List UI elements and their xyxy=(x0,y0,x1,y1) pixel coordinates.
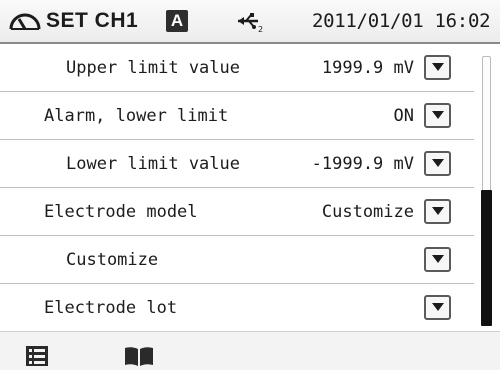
chevron-down-icon xyxy=(432,159,444,167)
setting-value: -1999.9 mV xyxy=(311,153,414,174)
dropdown-button[interactable] xyxy=(424,295,451,320)
gauge-icon xyxy=(9,13,41,30)
setting-label: Upper limit value xyxy=(66,57,240,78)
usb-icon: 2 xyxy=(238,13,263,33)
scrollbar-thumb[interactable] xyxy=(481,190,492,326)
setting-value: Customize xyxy=(321,201,414,222)
setting-label: Alarm, lower limit xyxy=(44,105,229,126)
status-bar: SET CH1 A 2 2011/01/01 16:02 xyxy=(0,0,500,44)
screen-title: SET CH1 xyxy=(46,9,139,32)
chevron-down-icon xyxy=(432,207,444,215)
setting-value: 1999.9 mV xyxy=(321,57,414,78)
dropdown-button[interactable] xyxy=(424,247,451,272)
book-icon[interactable] xyxy=(124,346,154,366)
settings-list: Upper limit value 1999.9 mV Alarm, lower… xyxy=(0,44,474,332)
setting-label: Electrode lot xyxy=(44,297,178,318)
setting-row-customize[interactable]: Customize xyxy=(0,236,474,284)
dropdown-button[interactable] xyxy=(424,55,451,80)
chevron-down-icon xyxy=(432,255,444,263)
setting-row-electrode-lot[interactable]: Electrode lot xyxy=(0,284,474,332)
mode-badge: A xyxy=(166,10,188,32)
setting-value: ON xyxy=(393,105,414,126)
dropdown-button[interactable] xyxy=(424,199,451,224)
setting-row-alarm-lower-limit[interactable]: Alarm, lower limit ON xyxy=(0,92,474,140)
setting-row-upper-limit-value[interactable]: Upper limit value 1999.9 mV xyxy=(0,44,474,92)
chevron-down-icon xyxy=(432,63,444,71)
list-menu-icon[interactable] xyxy=(26,346,48,366)
dropdown-button[interactable] xyxy=(424,103,451,128)
setting-label: Lower limit value xyxy=(66,153,240,174)
date-time: 2011/01/01 16:02 xyxy=(312,10,491,32)
chevron-down-icon xyxy=(432,303,444,311)
chevron-down-icon xyxy=(432,111,444,119)
setting-label: Customize xyxy=(66,249,159,270)
svg-text:2: 2 xyxy=(258,25,263,33)
setting-label: Electrode model xyxy=(44,201,198,222)
setting-row-electrode-model[interactable]: Electrode model Customize xyxy=(0,188,474,236)
bottom-toolbar xyxy=(0,331,500,370)
dropdown-button[interactable] xyxy=(424,151,451,176)
setting-row-lower-limit-value[interactable]: Lower limit value -1999.9 mV xyxy=(0,140,474,188)
